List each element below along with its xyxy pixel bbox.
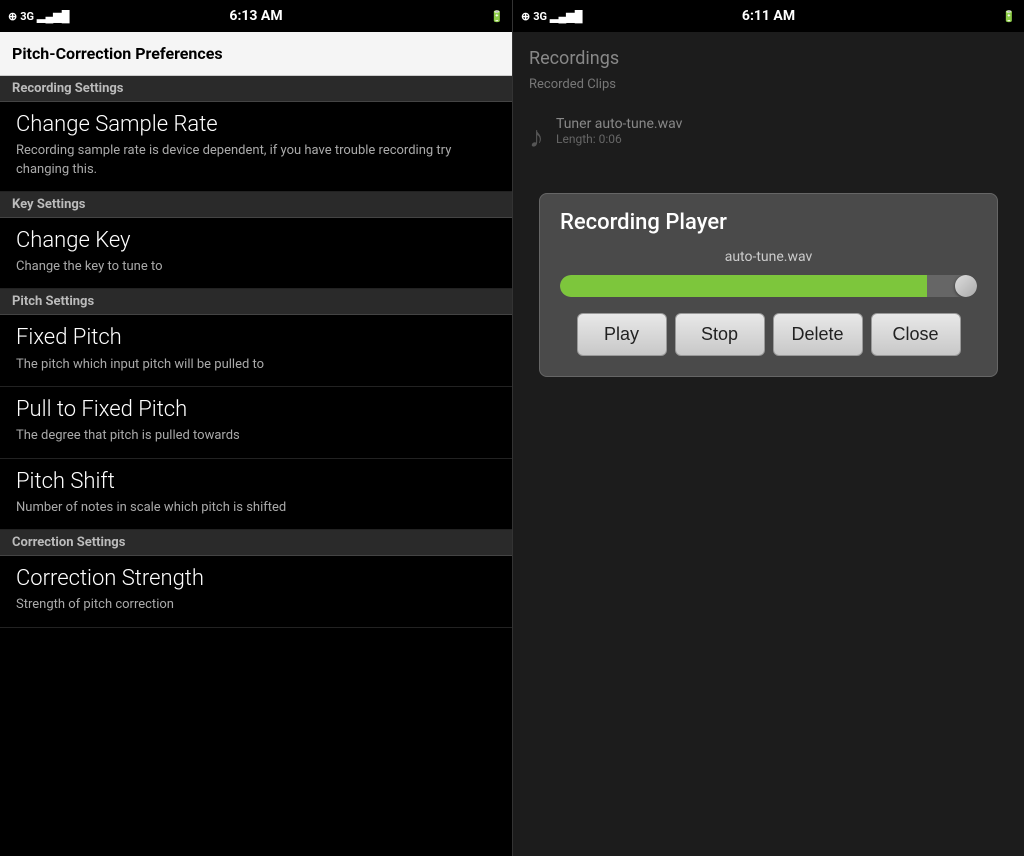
recordings-title: Recordings xyxy=(529,48,1008,69)
player-buttons: Play Stop Delete Close xyxy=(560,313,977,356)
setting-item-change-key[interactable]: Change Key Change the key to tune to xyxy=(0,218,512,290)
music-note-icon: ♪ xyxy=(529,120,544,155)
right-status-bar: ⊕ 3G ▂▄▆█ 6:11 AM 🔋 xyxy=(513,0,1024,32)
setting-desc-sample-rate: Recording sample rate is device dependen… xyxy=(16,142,496,178)
clip-length: Length: 0:06 xyxy=(556,132,682,146)
signal-bars: ▂▄▆█ xyxy=(37,10,70,23)
settings-list: Recording Settings Change Sample Rate Re… xyxy=(0,76,512,856)
setting-title-pull-fixed-pitch: Pull to Fixed Pitch xyxy=(16,397,496,423)
left-status-bar: ⊕ 3G ▂▄▆█ 6:13 AM 🔋 xyxy=(0,0,512,32)
app-title: Pitch-Correction Preferences xyxy=(12,44,223,63)
right-battery-icon: 🔋 xyxy=(1002,10,1016,23)
clip-info: Tuner auto-tune.wav Length: 0:06 xyxy=(556,116,682,146)
recorded-clips-label: Recorded Clips xyxy=(529,77,1008,92)
signal-label: 3G xyxy=(20,10,34,23)
setting-title-sample-rate: Change Sample Rate xyxy=(16,112,496,138)
recording-player-dialog-overlay: Recording Player auto-tune.wav Play Stop… xyxy=(539,193,998,377)
setting-item-pull-fixed-pitch[interactable]: Pull to Fixed Pitch The degree that pitc… xyxy=(0,387,512,459)
section-header-correction: Correction Settings xyxy=(0,530,512,556)
progress-bar-fill xyxy=(560,275,927,297)
playback-progress-bar[interactable] xyxy=(560,275,977,297)
setting-desc-correction-strength: Strength of pitch correction xyxy=(16,596,496,614)
left-status-icons: ⊕ 3G ▂▄▆█ xyxy=(8,10,70,23)
right-content: Recordings Recorded Clips ♪ Tuner auto-t… xyxy=(513,32,1024,856)
right-battery-area: 🔋 xyxy=(1002,10,1016,23)
right-gps-icon: ⊕ xyxy=(521,10,530,23)
right-signal-bars: ▂▄▆█ xyxy=(550,10,583,23)
right-panel: ⊕ 3G ▂▄▆█ 6:11 AM 🔋 Recordings Recorded … xyxy=(512,0,1024,856)
section-header-recording: Recording Settings xyxy=(0,76,512,102)
recording-player-dialog: Recording Player auto-tune.wav Play Stop… xyxy=(539,193,998,377)
right-signal-label: 3G xyxy=(533,10,547,23)
setting-title-correction-strength: Correction Strength xyxy=(16,566,496,592)
setting-item-sample-rate[interactable]: Change Sample Rate Recording sample rate… xyxy=(0,102,512,192)
stop-button[interactable]: Stop xyxy=(675,313,765,356)
left-battery-area: 🔋 xyxy=(490,10,504,23)
setting-desc-fixed-pitch: The pitch which input pitch will be pull… xyxy=(16,356,496,374)
clip-name: Tuner auto-tune.wav xyxy=(556,116,682,132)
setting-item-pitch-shift[interactable]: Pitch Shift Number of notes in scale whi… xyxy=(0,459,512,531)
delete-button[interactable]: Delete xyxy=(773,313,863,356)
section-header-key: Key Settings xyxy=(0,192,512,218)
setting-title-change-key: Change Key xyxy=(16,228,496,254)
setting-item-fixed-pitch[interactable]: Fixed Pitch The pitch which input pitch … xyxy=(0,315,512,387)
gps-icon: ⊕ xyxy=(8,10,17,23)
app-title-bar: Pitch-Correction Preferences xyxy=(0,32,512,76)
setting-desc-change-key: Change the key to tune to xyxy=(16,258,496,276)
setting-desc-pull-fixed-pitch: The degree that pitch is pulled towards xyxy=(16,427,496,445)
right-time: 6:11 AM xyxy=(742,8,795,24)
setting-title-pitch-shift: Pitch Shift xyxy=(16,469,496,495)
play-button[interactable]: Play xyxy=(577,313,667,356)
recorded-clip-row[interactable]: ♪ Tuner auto-tune.wav Length: 0:06 xyxy=(529,108,1008,163)
dialog-filename: auto-tune.wav xyxy=(560,249,977,265)
battery-icon: 🔋 xyxy=(490,10,504,23)
setting-desc-pitch-shift: Number of notes in scale which pitch is … xyxy=(16,499,496,517)
left-time: 6:13 AM xyxy=(229,8,282,24)
dialog-title: Recording Player xyxy=(560,210,977,235)
progress-thumb[interactable] xyxy=(955,275,977,297)
right-status-icons: ⊕ 3G ▂▄▆█ xyxy=(521,10,583,23)
section-header-pitch: Pitch Settings xyxy=(0,289,512,315)
setting-item-correction-strength[interactable]: Correction Strength Strength of pitch co… xyxy=(0,556,512,628)
left-panel: ⊕ 3G ▂▄▆█ 6:13 AM 🔋 Pitch-Correction Pre… xyxy=(0,0,512,856)
page-title: Recordings xyxy=(529,48,619,69)
setting-title-fixed-pitch: Fixed Pitch xyxy=(16,325,496,351)
close-button[interactable]: Close xyxy=(871,313,961,356)
